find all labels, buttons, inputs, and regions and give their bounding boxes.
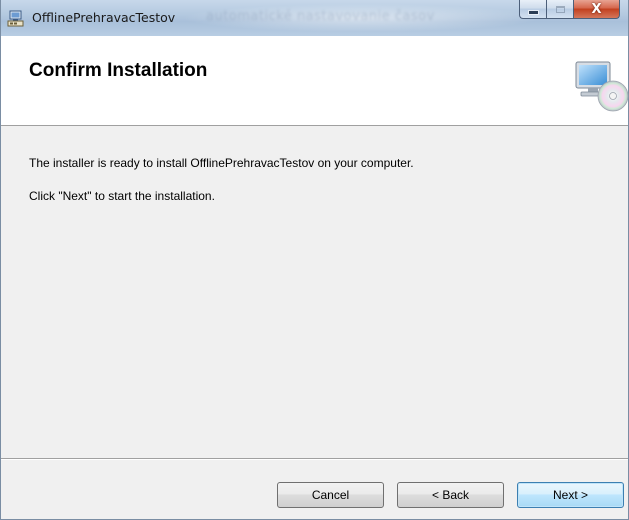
page-title: Confirm Installation [29, 60, 208, 81]
installer-app-icon[interactable] [7, 9, 25, 27]
minimize-button[interactable] [519, 0, 546, 19]
maximize-icon [555, 5, 565, 13]
minimize-icon [528, 10, 538, 14]
back-button[interactable]: < Back [397, 482, 504, 508]
cancel-button[interactable]: Cancel [277, 482, 384, 508]
close-button[interactable]: X [573, 0, 620, 19]
next-button[interactable]: Next > [517, 482, 624, 508]
instruction-message: Click "Next" to start the installation. [29, 189, 215, 203]
computer-with-cd-icon [575, 61, 629, 112]
window-title: OfflinePrehravacTestov [32, 10, 176, 25]
background-window-title: automatické nastavovanie časov [206, 9, 435, 24]
header-banner: Confirm Installation [1, 36, 629, 126]
installer-window: automatické nastavovanie časov OfflinePr… [0, 0, 629, 520]
footer-divider [1, 458, 628, 460]
close-icon: X [591, 1, 602, 17]
content-area: The installer is ready to install Offlin… [1, 126, 628, 456]
title-bar[interactable]: automatické nastavovanie časov OfflinePr… [1, 0, 628, 36]
caption-buttons: X [519, 0, 620, 20]
maximize-button[interactable] [546, 0, 573, 19]
ready-message: The installer is ready to install Offlin… [29, 156, 414, 170]
